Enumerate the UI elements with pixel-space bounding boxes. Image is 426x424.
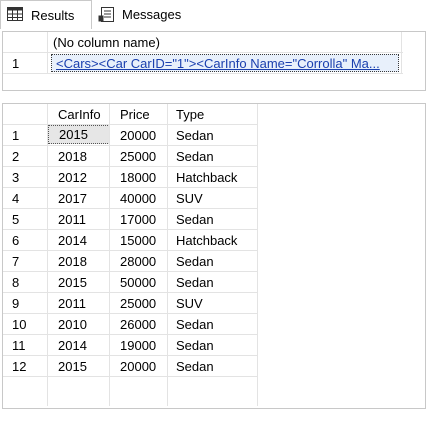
- cell-type[interactable]: Hatchback: [168, 230, 258, 250]
- table-row: 10 2010 26000 Sedan: [3, 314, 425, 334]
- row-number[interactable]: 10: [3, 314, 47, 334]
- messages-icon: [98, 6, 116, 23]
- table-row: 7 2018 28000 Sedan: [3, 251, 425, 271]
- table-row: 1 <Cars><Car CarID="1"><CarInfo Name="Co…: [3, 53, 425, 73]
- row-number[interactable]: 1: [3, 53, 47, 73]
- cell-price[interactable]: 25000: [110, 293, 168, 313]
- cell-carinfo[interactable]: 2011: [48, 209, 110, 229]
- column-header-type[interactable]: Type: [168, 104, 258, 124]
- cell-type[interactable]: Sedan: [168, 125, 258, 145]
- cell-type[interactable]: Sedan: [168, 272, 258, 292]
- cell-carinfo[interactable]: 2017: [48, 188, 110, 208]
- column-header-price[interactable]: Price: [110, 104, 168, 124]
- cell-price[interactable]: 40000: [110, 188, 168, 208]
- cell-price[interactable]: 18000: [110, 167, 168, 187]
- result-grid-1[interactable]: (No column name) 1 <Cars><Car CarID="1">…: [2, 31, 426, 91]
- cell-carinfo[interactable]: 2010: [48, 314, 110, 334]
- cell-carinfo[interactable]: 2015: [48, 272, 110, 292]
- cell-carinfo[interactable]: 2012: [48, 167, 110, 187]
- cell-price[interactable]: 26000: [110, 314, 168, 334]
- cell-price[interactable]: 50000: [110, 272, 168, 292]
- table-row: 4 2017 40000 SUV: [3, 188, 425, 208]
- results-grid-icon: [7, 7, 25, 23]
- tab-messages-label: Messages: [122, 7, 182, 22]
- cell-type[interactable]: Sedan: [168, 251, 258, 271]
- cell-price[interactable]: 15000: [110, 230, 168, 250]
- table-row: 3 2012 18000 Hatchback: [3, 167, 425, 187]
- cell-carinfo[interactable]: 2015: [48, 356, 110, 376]
- tab-messages[interactable]: Messages: [92, 0, 196, 29]
- column-header-carinfo[interactable]: CarInfo: [48, 104, 110, 124]
- row-number[interactable]: 3: [3, 167, 47, 187]
- cell-carinfo[interactable]: 2011: [48, 293, 110, 313]
- tab-results[interactable]: Results: [0, 0, 92, 29]
- result-grid-2[interactable]: CarInfo Price Type 1 2015 20000 Sedan 2 2018 2…: [2, 103, 426, 409]
- cell-price[interactable]: 20000: [110, 356, 168, 376]
- cell-type[interactable]: SUV: [168, 188, 258, 208]
- cell-type[interactable]: Sedan: [168, 209, 258, 229]
- cell-price[interactable]: 25000: [110, 146, 168, 166]
- xml-result-link[interactable]: <Cars><Car CarID="1"><CarInfo Name="Corr…: [51, 54, 399, 72]
- row-number[interactable]: 9: [3, 293, 47, 313]
- column-header-no-column-name[interactable]: (No column name): [51, 32, 381, 52]
- row-number[interactable]: 12: [3, 356, 47, 376]
- cell-type[interactable]: Sedan: [168, 335, 258, 355]
- table-row: 9 2011 25000 SUV: [3, 293, 425, 313]
- cell-carinfo[interactable]: 2014: [48, 230, 110, 250]
- cell-type[interactable]: Hatchback: [168, 167, 258, 187]
- cell-type[interactable]: SUV: [168, 293, 258, 313]
- table-row: 2 2018 25000 Sedan: [3, 146, 425, 166]
- row-number[interactable]: 6: [3, 230, 47, 250]
- row-number[interactable]: 7: [3, 251, 47, 271]
- row-number[interactable]: 1: [3, 125, 47, 145]
- table-row: 1 2015 20000 Sedan: [3, 125, 425, 145]
- cell-type[interactable]: Sedan: [168, 314, 258, 334]
- cell-carinfo[interactable]: 2015: [48, 125, 110, 144]
- grid-header-row: CarInfo Price Type: [3, 104, 425, 124]
- grid-header-row: (No column name): [3, 32, 425, 52]
- cell-carinfo[interactable]: 2018: [48, 251, 110, 271]
- row-number[interactable]: 4: [3, 188, 47, 208]
- cell-type[interactable]: Sedan: [168, 146, 258, 166]
- cell-price[interactable]: 17000: [110, 209, 168, 229]
- row-number[interactable]: 5: [3, 209, 47, 229]
- table-row: 12 2015 20000 Sedan: [3, 356, 425, 376]
- table-row: 5 2011 17000 Sedan: [3, 209, 425, 229]
- cell-price[interactable]: 20000: [110, 125, 168, 145]
- row-number[interactable]: 2: [3, 146, 47, 166]
- cell-carinfo[interactable]: 2018: [48, 146, 110, 166]
- tab-results-label: Results: [31, 7, 75, 23]
- cell-price[interactable]: 28000: [110, 251, 168, 271]
- cell-price[interactable]: 19000: [110, 335, 168, 355]
- row-number[interactable]: 11: [3, 335, 47, 355]
- table-row: 8 2015 50000 Sedan: [3, 272, 425, 292]
- table-row: 6 2014 15000 Hatchback: [3, 230, 425, 250]
- row-header-corner[interactable]: [3, 32, 47, 52]
- cell-type[interactable]: Sedan: [168, 356, 258, 376]
- table-row: 11 2014 19000 Sedan: [3, 335, 425, 355]
- row-header-corner[interactable]: [3, 104, 47, 124]
- results-tab-bar: Results Messages: [0, 0, 426, 29]
- cell-carinfo[interactable]: 2014: [48, 335, 110, 355]
- row-number[interactable]: 8: [3, 272, 47, 292]
